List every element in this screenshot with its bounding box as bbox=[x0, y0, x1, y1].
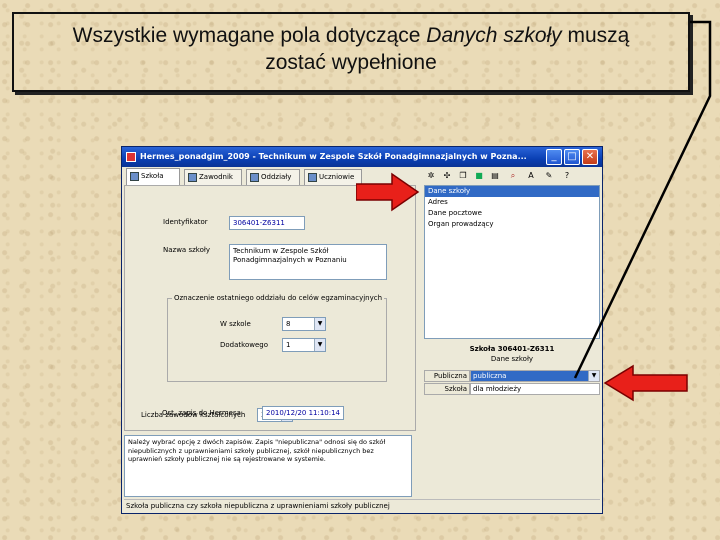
school-form-pane: Identyfikator 306401-Z6311 Nazwa szkoły … bbox=[124, 185, 416, 431]
prop-value[interactable]: dla młodzieży bbox=[470, 383, 600, 395]
copy-icon[interactable]: ❐ bbox=[458, 171, 468, 181]
w-szkole-value: 8 bbox=[286, 320, 291, 328]
list-item[interactable]: Organ prowadzący bbox=[425, 219, 599, 230]
title-text-part2: muszą bbox=[561, 24, 630, 47]
profession-icon bbox=[188, 173, 197, 182]
tab-label: Zawodnik bbox=[199, 173, 233, 181]
move-icon[interactable]: ✣ bbox=[442, 171, 452, 181]
school-icon bbox=[130, 172, 139, 181]
help-text-panel: Należy wybrać opcję z dwóch zapisów. Zap… bbox=[124, 435, 412, 497]
tree-icon[interactable]: ✲ bbox=[426, 171, 436, 181]
title-text-emphasis: Danych szkoły bbox=[426, 24, 562, 47]
arrow-left-icon bbox=[603, 364, 688, 402]
identyfikator-label: Identyfikator bbox=[163, 218, 208, 226]
slide-title-box: Wszystkie wymagane pola dotyczące Danych… bbox=[12, 12, 690, 92]
title-text-part1: Wszystkie wymagane pola dotyczące bbox=[72, 24, 427, 47]
tab-szkola[interactable]: Szkoła bbox=[126, 168, 180, 186]
prop-row-szkola: Szkoła dla młodzieży bbox=[424, 383, 600, 395]
tab-zawodnik[interactable]: Zawodnik bbox=[184, 169, 242, 185]
chevron-down-icon[interactable]: ▼ bbox=[588, 371, 599, 381]
status-bar: Szkoła publiczna czy szkoła niepubliczna… bbox=[124, 499, 600, 512]
list-item[interactable]: Dane szkoły bbox=[425, 186, 599, 197]
school-header-section: Dane szkoły bbox=[490, 355, 534, 363]
minimize-button[interactable]: _ bbox=[546, 149, 562, 165]
school-header-id: Szkoła 306401-Z6311 bbox=[469, 345, 555, 353]
tab-oddzialy[interactable]: Oddziały bbox=[246, 169, 300, 185]
ost-zapis-field: 2010/12/20 11:10:14 bbox=[262, 406, 344, 420]
text-icon[interactable]: A bbox=[526, 171, 536, 181]
exam-class-groupbox: Oznaczenie ostatniego oddziału do celów … bbox=[167, 294, 387, 382]
list-item[interactable]: Adres bbox=[425, 197, 599, 208]
groupbox-title: Oznaczenie ostatniego oddziału do celów … bbox=[172, 294, 385, 302]
find-icon[interactable]: ⌕ bbox=[508, 171, 518, 181]
prop-key: Publiczna bbox=[424, 370, 470, 382]
list-item[interactable]: Dane pocztowe bbox=[425, 208, 599, 219]
dodatkowego-select[interactable]: 1 ▼ bbox=[282, 338, 326, 352]
tab-label: Szkoła bbox=[141, 172, 164, 180]
class-icon bbox=[250, 173, 259, 182]
tab-uczniowie[interactable]: Uczniowie bbox=[304, 169, 362, 185]
slide-title-line1: Wszystkie wymagane pola dotyczące Danych… bbox=[14, 22, 688, 49]
toolbar: ✲ ✣ ❐ ■ ▤ ⌕ A ✎ ? bbox=[422, 169, 602, 185]
chevron-down-icon[interactable]: ▼ bbox=[314, 339, 325, 351]
w-szkole-label: W szkole bbox=[220, 320, 251, 328]
help-icon[interactable]: ? bbox=[562, 171, 572, 181]
arrow-right-icon bbox=[356, 172, 420, 212]
chevron-down-icon[interactable]: ▼ bbox=[314, 318, 325, 330]
save-icon[interactable]: ■ bbox=[474, 171, 484, 181]
w-szkole-select[interactable]: 8 ▼ bbox=[282, 317, 326, 331]
prop-row-publiczna: Publiczna publiczna ▼ bbox=[424, 370, 600, 382]
dodatkowego-label: Dodatkowego bbox=[220, 341, 268, 349]
window-title: Hermes_ponadgim_2009 - Technikum w Zespo… bbox=[140, 152, 527, 161]
students-icon bbox=[308, 173, 317, 182]
maximize-button[interactable]: □ bbox=[564, 149, 580, 165]
slide-title-line2: zostać wypełnione bbox=[265, 51, 437, 74]
nazwa-szkoly-field[interactable]: Technikum w Zespole Szkół Ponadgimnazjal… bbox=[229, 244, 387, 280]
prop-key: Szkoła bbox=[424, 383, 470, 395]
section-list: Dane szkoły Adres Dane pocztowe Organ pr… bbox=[424, 185, 600, 339]
app-icon bbox=[126, 152, 136, 162]
publiczna-value: publiczna bbox=[473, 372, 507, 380]
identyfikator-field[interactable]: 306401-Z6311 bbox=[229, 216, 305, 230]
print-icon[interactable]: ▤ bbox=[490, 171, 500, 181]
close-button[interactable]: ✕ bbox=[582, 149, 598, 165]
school-header: Szkoła 306401-Z6311 Dane szkoły bbox=[424, 344, 600, 364]
tab-label: Uczniowie bbox=[319, 173, 355, 181]
window-titlebar[interactable]: Hermes_ponadgim_2009 - Technikum w Zespo… bbox=[122, 147, 602, 167]
publiczna-select[interactable]: publiczna ▼ bbox=[470, 370, 600, 382]
tab-label: Oddziały bbox=[261, 173, 292, 181]
nazwa-szkoly-label: Nazwa szkoły bbox=[163, 246, 210, 254]
tools-icon[interactable]: ✎ bbox=[544, 171, 554, 181]
ost-zapis-label: Ost. zapis do Hermesa bbox=[162, 409, 241, 417]
dodatkowego-value: 1 bbox=[286, 341, 291, 349]
